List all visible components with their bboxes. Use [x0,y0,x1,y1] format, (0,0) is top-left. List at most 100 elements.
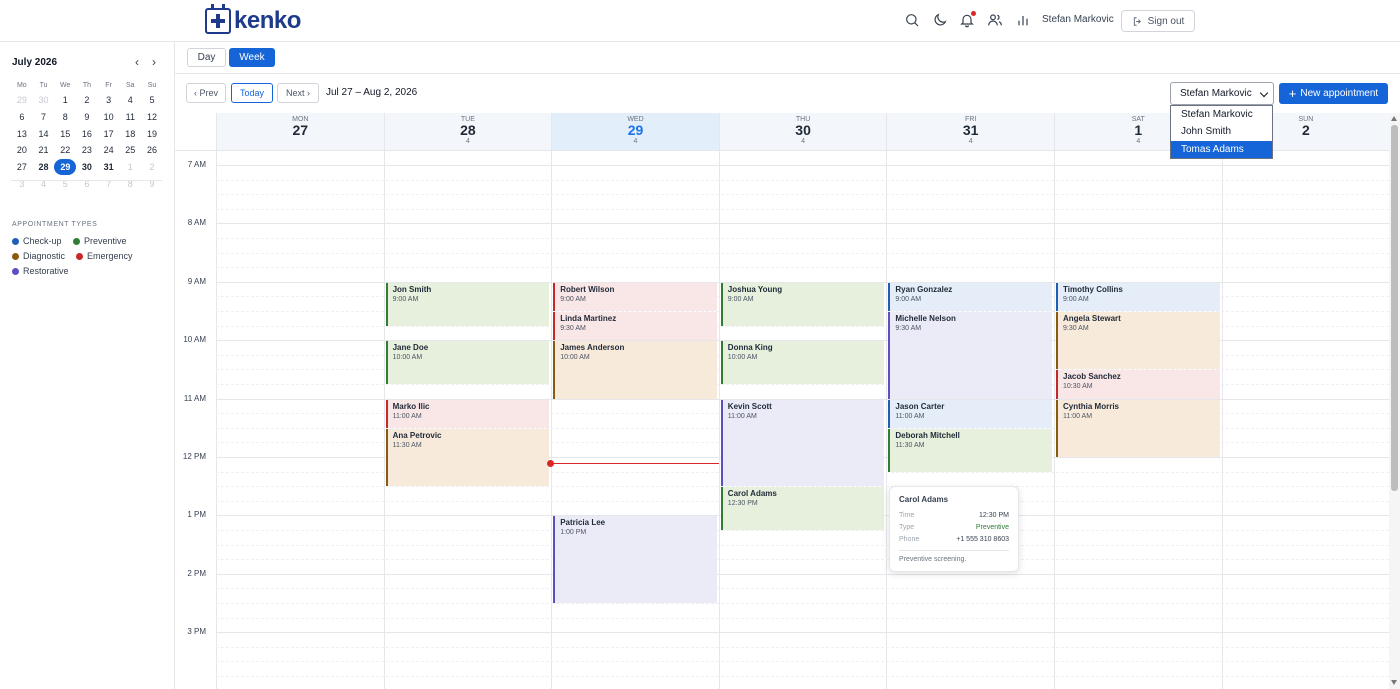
users-icon[interactable] [985,10,1005,30]
mini-calendar-day[interactable]: 25 [119,142,141,159]
mini-calendar-day[interactable]: 23 [76,142,98,159]
kenko-logo[interactable]: kenko [205,4,301,36]
appointment-card[interactable]: Patricia Lee 1:00 PM [553,516,717,603]
new-appointment-button[interactable]: + New appointment [1279,83,1388,104]
calendar-scrollbar[interactable] [1389,113,1400,689]
mini-calendar-day[interactable]: 16 [76,126,98,143]
mini-calendar-day[interactable]: 6 [76,176,98,193]
appointment-card[interactable]: Deborah Mitchell 11:30 AM [888,428,1052,472]
prev-week-button[interactable]: ‹ Prev [186,83,226,103]
day-header[interactable]: TUE 28 4 [383,113,552,151]
mini-calendar-day[interactable]: 21 [33,142,55,159]
day-header[interactable]: THU 30 4 [718,113,887,151]
day-header-date: 30 [795,122,811,138]
mini-calendar-day[interactable]: 6 [11,109,33,126]
mini-calendar-day[interactable]: 17 [98,126,120,143]
next-week-button[interactable]: Next › [277,83,319,103]
appointment-card[interactable]: Donna King 10:00 AM [720,341,885,384]
legend-label: Diagnostic [23,251,66,261]
today-button[interactable]: Today [231,83,273,103]
mini-calendar-day-number: 24 [103,145,114,156]
provider-option[interactable]: John Smith [1171,123,1272,140]
mini-calendar-day[interactable]: 3 [11,176,33,193]
mini-calendar-day[interactable]: 19 [141,126,163,143]
mini-calendar-day[interactable]: 5 [54,176,76,193]
appointment-card[interactable]: Ana Petrovic 11:30 AM [385,428,550,487]
mini-calendar-day[interactable]: 8 [54,109,76,126]
mini-calendar-day[interactable]: 30 [33,92,55,109]
mini-calendar-day[interactable]: 14 [33,126,55,143]
mini-calendar-day-number: 9 [84,111,90,122]
mini-calendar-day[interactable]: 4 [119,92,141,109]
bell-icon[interactable] [957,10,977,30]
appointment-card[interactable]: Marko Ilic 11:00 AM [385,399,550,428]
search-icon[interactable] [902,10,922,30]
user-name: Stefan Markovic [1042,14,1114,25]
day-header[interactable]: FRI 31 4 [886,113,1054,151]
quarter-gridline [216,530,1389,531]
mini-calendar-day[interactable]: 7 [98,176,120,193]
mini-calendar-day[interactable]: 26 [141,142,163,159]
provider-select[interactable]: Stefan Markovic [1170,82,1274,105]
scroll-up-arrow[interactable] [1391,116,1397,121]
mini-calendar-prev-button[interactable]: ‹ [131,55,143,69]
mini-calendar-day[interactable]: 27 [11,159,33,176]
mini-calendar-day[interactable]: 1 [54,92,76,109]
appointment-card[interactable]: Ryan Gonzalez 9:00 AM [888,282,1052,311]
moon-icon[interactable] [930,10,950,30]
mini-calendar-day[interactable]: 15 [54,126,76,143]
provider-option[interactable]: Tomas Adams [1171,140,1272,158]
mini-calendar-day[interactable]: 30 [76,159,98,176]
appointment-card[interactable]: Michelle Nelson 9:30 AM [888,312,1052,399]
appointment-card[interactable]: Robert Wilson 9:00 AM [553,282,717,311]
week-view-button[interactable]: Week [229,48,275,67]
appointment-card[interactable]: James Anderson 10:00 AM [553,341,717,399]
appointment-card[interactable]: Jon Smith 9:00 AM [385,282,550,326]
mini-calendar-day[interactable]: 4 [33,176,55,193]
mini-calendar-day[interactable]: 28 [33,159,55,176]
mini-calendar-next-button[interactable]: › [148,55,160,69]
appointment-card[interactable]: Joshua Young 9:00 AM [720,282,885,326]
appointment-patient-name: Ryan Gonzalez [895,284,953,294]
mini-calendar-day[interactable]: 1 [119,159,141,176]
appointment-card[interactable]: Cynthia Morris 11:00 AM [1056,399,1220,457]
appointment-time: 9:00 AM [727,295,754,303]
mini-calendar-day[interactable]: 2 [76,92,98,109]
mini-calendar-day[interactable]: 11 [119,109,141,126]
mini-calendar-day[interactable]: 31 [98,159,120,176]
mini-calendar-day[interactable]: 13 [11,126,33,143]
scroll-down-arrow[interactable] [1391,680,1397,685]
day-view-button[interactable]: Day [187,48,226,67]
mini-calendar-day-selected[interactable]: 29 [54,159,77,176]
appointment-card[interactable]: Carol Adams 12:30 PM [720,487,885,530]
mini-calendar-day[interactable]: 9 [141,176,163,193]
appointment-card[interactable]: Jason Carter 11:00 AM [888,399,1052,428]
mini-calendar-day[interactable]: 18 [119,126,141,143]
appointment-card[interactable]: Linda Martinez 9:30 AM [553,312,717,341]
appointment-time: 9:30 AM [560,325,586,332]
mini-calendar-day[interactable]: 7 [33,109,55,126]
mini-calendar-day[interactable]: 8 [119,176,141,193]
appointment-time: 11:00 AM [727,412,757,420]
appointment-card[interactable]: Angela Stewart 9:30 AM [1056,312,1220,370]
appointment-card[interactable]: Kevin Scott 11:00 AM [720,399,885,487]
mini-calendar-day[interactable]: 5 [141,92,163,109]
mini-calendar-day[interactable]: 29 [11,92,33,109]
mini-calendar-day[interactable]: 24 [98,142,120,159]
scroll-thumb[interactable] [1391,125,1398,491]
mini-calendar-day[interactable]: 3 [98,92,120,109]
mini-calendar-day[interactable]: 9 [76,109,98,126]
mini-calendar-day[interactable]: 20 [11,142,33,159]
mini-calendar-day[interactable]: 12 [141,109,163,126]
mini-calendar-day[interactable]: 22 [54,142,76,159]
bar-chart-icon[interactable] [1013,10,1033,30]
day-header[interactable]: WED 29 4 [551,113,719,151]
appointment-card[interactable]: Jacob Sanchez 10:30 AM [1056,370,1220,399]
mini-calendar-day[interactable]: 10 [98,109,120,126]
provider-option[interactable]: Stefan Markovic [1171,106,1272,123]
day-header[interactable]: MON 27 [216,113,384,151]
appointment-card[interactable]: Jane Doe 10:00 AM [385,341,550,384]
appointment-card[interactable]: Timothy Collins 9:00 AM [1056,282,1220,311]
mini-calendar-day[interactable]: 2 [141,159,163,176]
sign-out-button[interactable]: Sign out [1121,10,1195,32]
